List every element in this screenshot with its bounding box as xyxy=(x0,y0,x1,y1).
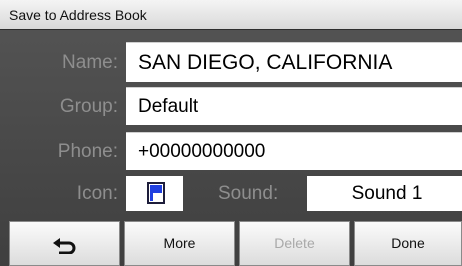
flag-cloth xyxy=(153,185,162,193)
group-field[interactable]: Default xyxy=(126,87,462,125)
name-label: Name: xyxy=(62,52,118,73)
icon-label: Icon: xyxy=(76,183,118,204)
name-value: SAN DIEGO, CALIFORNIA xyxy=(138,51,393,74)
group-value: Default xyxy=(138,96,199,117)
title-bar: Save to Address Book xyxy=(0,0,462,30)
sound-value: Sound 1 xyxy=(351,183,423,204)
done-button[interactable]: Done xyxy=(354,221,462,266)
back-arrow-icon xyxy=(53,238,76,254)
blue-flag-icon xyxy=(147,182,165,204)
name-field[interactable]: SAN DIEGO, CALIFORNIA xyxy=(126,42,462,82)
phone-label: Phone: xyxy=(57,141,118,162)
icon-selector[interactable] xyxy=(126,176,183,211)
more-button[interactable]: More xyxy=(124,221,235,266)
delete-button[interactable]: Delete xyxy=(239,221,350,266)
group-label: Group: xyxy=(59,96,118,117)
phone-field[interactable]: +00000000000 xyxy=(126,132,462,170)
page-title: Save to Address Book xyxy=(9,7,147,23)
save-to-address-book-screen: Save to Address Book Name: SAN DIEGO, CA… xyxy=(0,0,462,266)
phone-value: +00000000000 xyxy=(138,141,266,162)
back-button[interactable] xyxy=(9,221,120,266)
sound-selector[interactable]: Sound 1 xyxy=(307,176,462,211)
sound-label: Sound: xyxy=(218,183,279,204)
